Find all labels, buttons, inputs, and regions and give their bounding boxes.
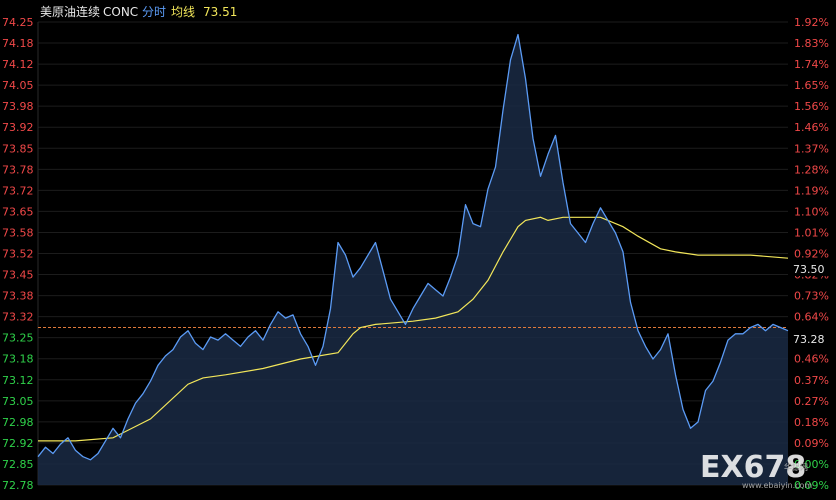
left-tick-label: 73.92: [2, 121, 34, 134]
right-tick-label: 1.65%: [794, 79, 829, 92]
right-tick-label: 0.18%: [794, 416, 829, 429]
right-tick-label: 0.46%: [794, 353, 829, 366]
left-tick-label: 73.98: [2, 100, 34, 113]
left-tick-label: 72.92: [2, 437, 34, 450]
watermark-cn: 华银网: [784, 462, 808, 472]
right-tick-label: 0.09%: [794, 437, 829, 450]
left-tick-label: 73.52: [2, 248, 34, 261]
left-tick-label: 73.25: [2, 332, 34, 345]
left-tick-label: 74.25: [2, 16, 34, 29]
instrument-name: 美原油连续: [40, 4, 100, 19]
right-tick-label: 1.37%: [794, 142, 829, 155]
left-tick-label: 72.98: [2, 416, 34, 429]
left-tick-label: 74.05: [2, 79, 34, 92]
left-tick-label: 72.85: [2, 458, 34, 471]
intraday-chart: 74.25 74.18 74.12 74.05 73.98 73.92 73.85 73.78…: [0, 0, 836, 500]
instrument-code: CONC: [103, 5, 138, 19]
left-tick-label: 72.78: [2, 479, 34, 492]
left-tick-label: 73.78: [2, 163, 34, 176]
right-tick-label: 1.01%: [794, 226, 829, 239]
right-percent-axis: 1.92% 1.83% 1.74% 1.65% 1.56% 1.46% 1.37% 1.28%…: [794, 16, 829, 492]
right-tick-label: 1.28%: [794, 163, 829, 176]
price-tag-text: 73.28: [793, 333, 825, 346]
left-tick-label: 73.85: [2, 142, 34, 155]
right-tick-label: 1.74%: [794, 58, 829, 71]
right-tick-label: 0.92%: [794, 248, 829, 261]
avg-label: 均线: [171, 5, 195, 19]
left-tick-label: 74.12: [2, 58, 34, 71]
right-tick-label: 1.83%: [794, 37, 829, 50]
left-tick-label: 73.32: [2, 311, 34, 324]
left-tick-label: 73.38: [2, 290, 34, 303]
left-tick-label: 73.72: [2, 184, 34, 197]
right-tick-label: 1.10%: [794, 205, 829, 218]
watermark: EX678 华银网 www.ebaiyin.com: [700, 450, 812, 490]
right-tick-label: 1.92%: [794, 16, 829, 29]
left-tick-label: 73.58: [2, 226, 34, 239]
right-tick-label: 1.19%: [794, 184, 829, 197]
watermark-site: www.ebaiyin.com: [742, 481, 812, 490]
price-tag: 73.28: [789, 331, 829, 346]
left-tick-label: 73.65: [2, 205, 34, 218]
left-price-axis: 74.25 74.18 74.12 74.05 73.98 73.92 73.85 73.78…: [2, 16, 34, 492]
avg-tag-text: 73.50: [793, 263, 825, 276]
right-tick-label: 0.64%: [794, 311, 829, 324]
left-tick-label: 73.18: [2, 353, 34, 366]
left-tick-label: 73.12: [2, 374, 34, 387]
avg-value: 73.51: [203, 5, 237, 19]
left-tick-label: 73.45: [2, 269, 34, 282]
left-tick-label: 74.18: [2, 37, 34, 50]
right-tick-label: 1.56%: [794, 100, 829, 113]
avg-tag: 73.50: [789, 261, 829, 276]
right-tick-label: 0.37%: [794, 374, 829, 387]
right-tick-label: 0.73%: [794, 290, 829, 303]
left-tick-label: 73.05: [2, 395, 34, 408]
right-tick-label: 0.27%: [794, 395, 829, 408]
right-tick-label: 1.46%: [794, 121, 829, 134]
mode-label: 分时: [142, 5, 166, 19]
